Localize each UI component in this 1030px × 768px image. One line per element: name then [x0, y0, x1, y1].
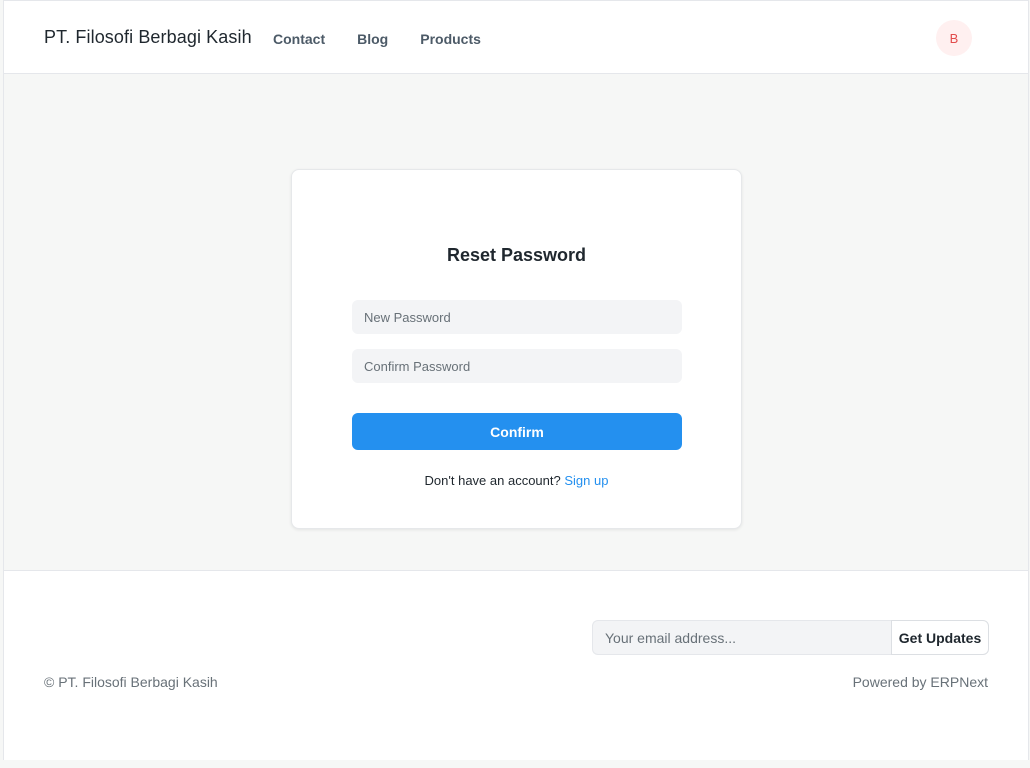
email-subscribe-input[interactable]	[592, 620, 892, 655]
signup-prompt: Don't have an account?	[424, 473, 561, 488]
user-avatar[interactable]: B	[936, 20, 972, 56]
page-title: Reset Password	[446, 245, 587, 265]
signup-row: Don't have an account? Sign up	[292, 473, 741, 488]
reset-password-card: Reset Password Confirm Don't have an acc…	[291, 169, 742, 529]
nav-link-blog[interactable]: Blog	[357, 31, 388, 47]
get-updates-button[interactable]: Get Updates	[891, 620, 989, 655]
nav-link-contact[interactable]: Contact	[273, 31, 325, 47]
confirm-button[interactable]: Confirm	[352, 413, 682, 450]
footer: Get Updates © PT. Filosofi Berbagi Kasih…	[4, 570, 1028, 760]
powered-by-prefix: Powered by	[852, 674, 927, 690]
brand-link[interactable]: PT. Filosofi Berbagi Kasih	[44, 27, 252, 48]
nav-links: Contact Blog Products	[273, 31, 513, 47]
new-password-input[interactable]	[352, 300, 682, 334]
erpnext-link[interactable]: ERPNext	[930, 674, 988, 690]
powered-by: Powered by ERPNext	[853, 674, 988, 690]
page: PT. Filosofi Berbagi Kasih Contact Blog …	[3, 0, 1029, 760]
nav-link-products[interactable]: Products	[420, 31, 481, 47]
confirm-password-input[interactable]	[352, 349, 682, 383]
navbar: PT. Filosofi Berbagi Kasih Contact Blog …	[4, 0, 1028, 74]
signup-link[interactable]: Sign up	[564, 473, 608, 488]
copyright-text: © PT. Filosofi Berbagi Kasih	[44, 674, 218, 690]
